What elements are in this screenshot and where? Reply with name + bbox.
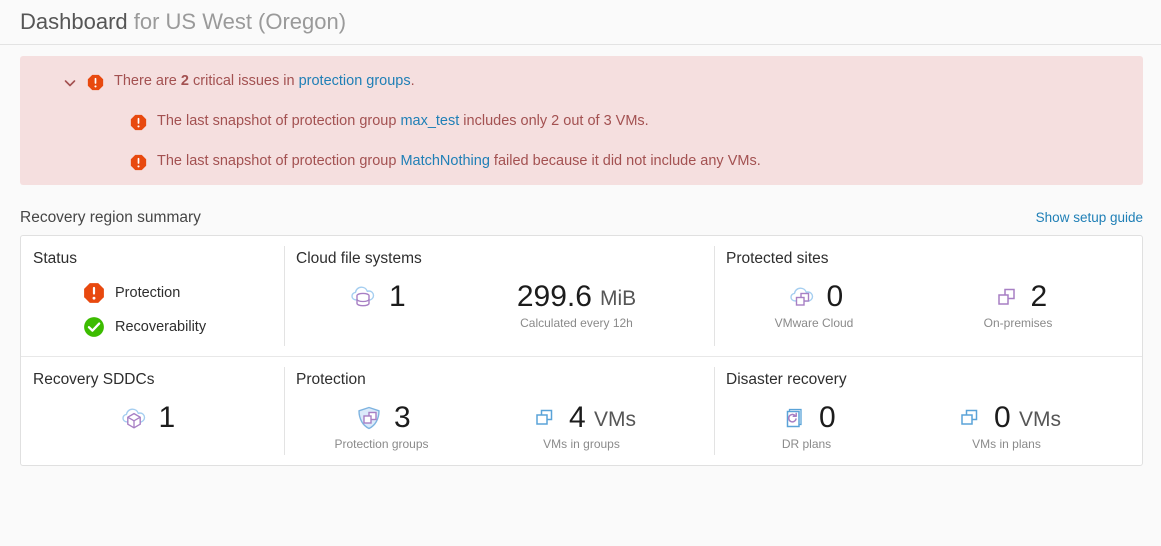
- issue-text-after: includes only 2 out of 3 VMs.: [459, 113, 649, 129]
- sites-icon: [989, 280, 1023, 314]
- vms-in-plans-count: 0: [994, 401, 1011, 434]
- protection-title: Protection: [296, 371, 366, 388]
- summary-row-2: Recovery SDDCs 1 Protection 3 Protection…: [21, 356, 1142, 465]
- page-title-subject: for US West (Oregon): [127, 9, 347, 34]
- alert-text-before: There are: [114, 73, 181, 89]
- recovery-sddcs-metric[interactable]: 1: [21, 395, 271, 435]
- disaster-recovery-cell: Disaster recovery 0 DR plans 0 VMs VMs i…: [714, 357, 1142, 465]
- on-premises-sites-metric[interactable]: 2 On-premises: [914, 274, 1122, 330]
- alert-issue-text: The last snapshot of protection group Ma…: [157, 152, 761, 171]
- alert-issue-count: 2: [180, 73, 189, 89]
- cloud-file-systems-size-unit: MiB: [599, 287, 637, 310]
- alert-issue-row: The last snapshot of protection group ma…: [20, 112, 1143, 131]
- protection-groups-link[interactable]: protection groups: [299, 73, 411, 89]
- alert-issue-text: The last snapshot of protection group ma…: [157, 112, 649, 131]
- vms-in-groups-metric[interactable]: 4 VMs VMs in groups: [479, 395, 684, 451]
- recovery-sddcs-title: Recovery SDDCs: [33, 371, 155, 388]
- chevron-down-icon[interactable]: [62, 75, 78, 91]
- page-title-main: Dashboard: [20, 9, 128, 34]
- alert-summary-row: There are 2 critical issues in protectio…: [20, 72, 1143, 91]
- protected-sites-title: Protected sites: [726, 250, 829, 267]
- vms-in-plans-caption: VMs in plans: [972, 437, 1041, 451]
- status-cell: Status Protection Recoverability: [21, 236, 284, 356]
- dr-plans-count: 0: [819, 401, 836, 434]
- dr-plans-metric[interactable]: 0 DR plans: [714, 395, 899, 451]
- status-label: Protection: [115, 285, 181, 301]
- section-bar: Recovery region summary Show setup guide: [20, 209, 1143, 227]
- cloud-database-icon: [347, 280, 381, 314]
- status-title: Status: [33, 250, 77, 267]
- cloud-file-systems-size-value: 299.6: [516, 280, 592, 313]
- critical-octagon-icon: [87, 74, 104, 91]
- cloud-sites-icon: [785, 280, 819, 314]
- status-item-recoverability[interactable]: Recoverability: [83, 312, 284, 342]
- alert-text-mid: critical issues in: [188, 73, 299, 89]
- alert-text-after: .: [410, 73, 415, 89]
- cloud-file-systems-count-metric[interactable]: 1: [284, 274, 469, 314]
- recovery-region-summary-title: Recovery region summary: [20, 209, 201, 226]
- status-item-protection[interactable]: Protection: [83, 278, 284, 308]
- dr-plans-caption: DR plans: [781, 437, 832, 451]
- protection-group-link[interactable]: MatchNothing: [400, 153, 489, 169]
- protection-cell: Protection 3 Protection groups 4 VMs VMs…: [284, 357, 714, 465]
- vmware-cloud-sites-count: 0: [826, 280, 844, 313]
- cloud-file-systems-title: Cloud file systems: [296, 250, 422, 267]
- recovery-sddcs-count: 1: [158, 401, 176, 434]
- issue-text-before: The last snapshot of protection group: [157, 113, 401, 129]
- page-header: Dashboard for US West (Oregon): [0, 0, 1161, 45]
- vms-icon: [527, 401, 561, 435]
- recovery-region-summary-card: Status Protection Recoverability Cloud f…: [20, 235, 1143, 466]
- issue-text-before: The last snapshot of protection group: [157, 153, 401, 169]
- critical-octagon-icon: [130, 154, 147, 171]
- recovery-sddcs-cell: Recovery SDDCs 1: [21, 357, 284, 465]
- cloud-cube-icon: [117, 401, 151, 435]
- cloud-file-systems-size-metric[interactable]: 299.6 MiB Calculated every 12h: [469, 274, 684, 330]
- cloud-file-systems-cell: Cloud file systems 1 299.6 MiB Calculate…: [284, 236, 714, 356]
- shield-groups-icon: [352, 401, 386, 435]
- page-title: Dashboard for US West (Oregon): [20, 9, 346, 35]
- protection-groups-count: 3: [394, 401, 411, 434]
- cloud-file-systems-count: 1: [389, 280, 406, 313]
- vms-in-groups-caption: VMs in groups: [543, 437, 620, 451]
- critical-octagon-icon: [83, 282, 105, 304]
- vms-in-plans-unit: VMs: [1019, 408, 1061, 431]
- alert-issue-row: The last snapshot of protection group Ma…: [20, 152, 1143, 171]
- critical-octagon-icon: [130, 114, 147, 131]
- issue-text-after: failed because it did not include any VM…: [489, 153, 761, 169]
- protection-groups-caption: Protection groups: [334, 437, 429, 451]
- on-premises-sites-count: 2: [1030, 280, 1048, 313]
- status-label: Recoverability: [115, 319, 207, 335]
- vms-in-plans-metric[interactable]: 0 VMs VMs in plans: [899, 395, 1114, 451]
- dr-plan-icon: [777, 401, 811, 435]
- alert-summary-text: There are 2 critical issues in protectio…: [114, 72, 415, 91]
- vms-in-groups-unit: VMs: [594, 408, 636, 431]
- status-list: Protection Recoverability: [21, 274, 284, 342]
- show-setup-guide-link[interactable]: Show setup guide: [1036, 210, 1143, 225]
- on-premises-sites-caption: On-premises: [983, 316, 1053, 330]
- critical-alert-banner: There are 2 critical issues in protectio…: [20, 56, 1143, 185]
- success-check-circle-icon: [83, 316, 105, 338]
- vms-in-groups-count: 4: [569, 401, 586, 434]
- vmware-cloud-sites-caption: VMware Cloud: [774, 316, 854, 330]
- vms-icon: [952, 401, 986, 435]
- protection-group-link[interactable]: max_test: [400, 113, 459, 129]
- summary-row-1: Status Protection Recoverability Cloud f…: [21, 236, 1142, 356]
- cloud-file-systems-size-caption: Calculated every 12h: [520, 316, 633, 330]
- disaster-recovery-title: Disaster recovery: [726, 371, 847, 388]
- protected-sites-cell: Protected sites 0 VMware Cloud 2 On-prem…: [714, 236, 1142, 356]
- protection-groups-metric[interactable]: 3 Protection groups: [284, 395, 479, 451]
- vmware-cloud-sites-metric[interactable]: 0 VMware Cloud: [714, 274, 914, 330]
